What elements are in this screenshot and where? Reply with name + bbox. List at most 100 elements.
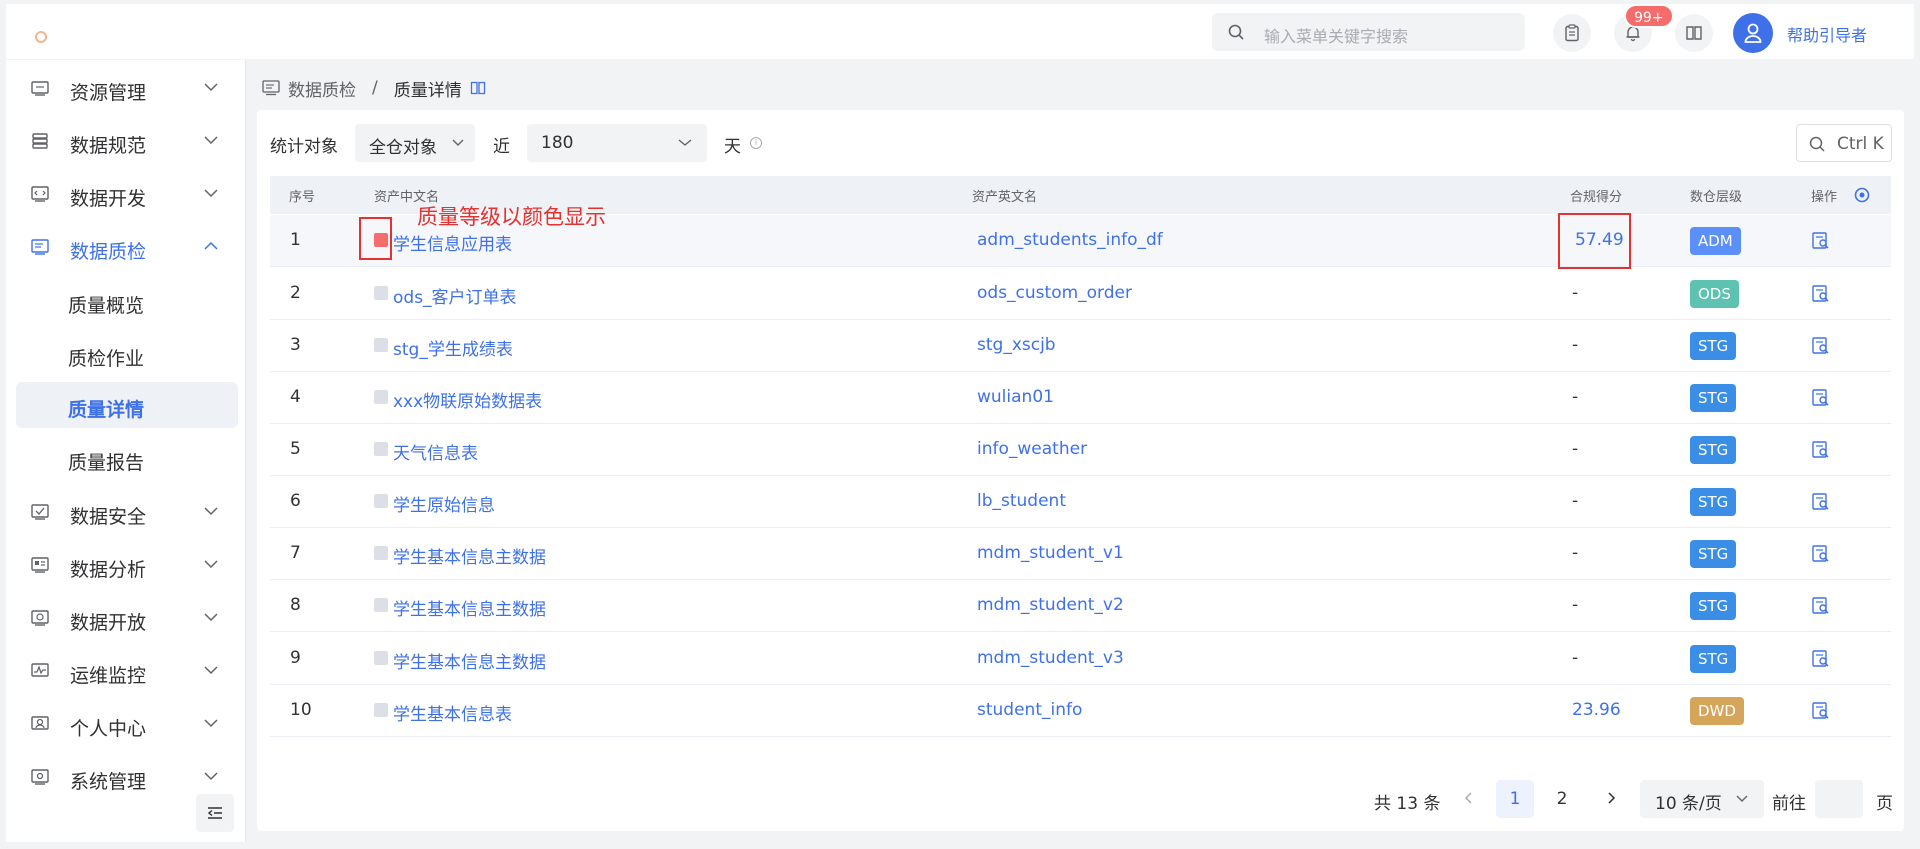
sidebar-item-analysis[interactable]: 数据分析: [6, 541, 246, 589]
server-icon: [31, 81, 49, 96]
table-row[interactable]: 7 学生基本信息主数据 mdm_student_v1 - STG: [270, 528, 1891, 580]
quality-grade-indicator: [374, 338, 388, 352]
chevron-right-icon[interactable]: [1605, 790, 1617, 806]
book-icon: [1686, 26, 1702, 40]
asset-en-link[interactable]: mdm_student_v3: [977, 648, 1124, 668]
breadcrumb-parent[interactable]: 数据质检: [288, 76, 356, 101]
detail-search-icon[interactable]: [1811, 440, 1831, 460]
chevron-down-icon: [1736, 795, 1748, 802]
asset-en-link[interactable]: wulian01: [977, 387, 1054, 407]
avatar[interactable]: [1733, 13, 1773, 53]
asset-cn-link[interactable]: 学生基本信息主数据: [393, 595, 546, 620]
table-row[interactable]: 9 学生基本信息主数据 mdm_student_v3 - STG: [270, 633, 1891, 685]
asset-cn-link[interactable]: 天气信息表: [393, 439, 478, 464]
asset-cn-link[interactable]: 学生基本信息主数据: [393, 648, 546, 673]
app-root: 输入菜单关键字搜索 99+ 帮助引导者 资源管理 数据规范 数据开发 数据质检 …: [0, 0, 1920, 849]
sidebar-item-label: 个人中心: [70, 718, 147, 740]
clipboard-button[interactable]: [1553, 14, 1591, 52]
asset-cn-link[interactable]: ods_客户订单表: [393, 283, 517, 308]
chevron-down-icon: [204, 666, 218, 675]
asset-cn-link[interactable]: 学生基本信息主数据: [393, 543, 546, 568]
indent-icon: [207, 807, 222, 819]
monitor-icon: [31, 239, 49, 255]
quality-grade-indicator: [374, 286, 388, 300]
sidebar-item-open[interactable]: 数据开放: [6, 594, 246, 642]
info-icon[interactable]: i: [750, 137, 762, 149]
page-button[interactable]: 2: [1543, 780, 1581, 818]
sidebar-item-resource[interactable]: 资源管理: [6, 64, 246, 112]
detail-search-icon[interactable]: [1811, 492, 1831, 512]
detail-search-icon[interactable]: [1811, 284, 1831, 304]
asset-cn-link[interactable]: stg_学生成绩表: [393, 335, 513, 360]
object-select[interactable]: 全仓对象: [355, 124, 475, 162]
sidebar-item-personal[interactable]: 个人中心: [6, 700, 246, 748]
asset-en-link[interactable]: student_info: [977, 700, 1082, 720]
asset-en-link[interactable]: stg_xscjb: [977, 335, 1056, 355]
asset-en-link[interactable]: mdm_student_v1: [977, 543, 1124, 563]
days-select[interactable]: 180: [527, 124, 707, 162]
shortcut-hint: Ctrl K: [1837, 134, 1884, 154]
score-link[interactable]: 23.96: [1572, 700, 1621, 720]
sidebar-item-security[interactable]: 数据安全: [6, 488, 246, 536]
detail-search-icon[interactable]: [1811, 336, 1831, 356]
settings-icon: [31, 769, 49, 785]
table-row[interactable]: 8 学生基本信息主数据 mdm_student_v2 - STG: [270, 580, 1891, 632]
pulse-icon: [31, 663, 49, 677]
asset-en-link[interactable]: info_weather: [977, 439, 1087, 459]
table-row[interactable]: 2 ods_客户订单表 ods_custom_order - ODS: [270, 268, 1891, 320]
page-button-current[interactable]: 1: [1496, 780, 1534, 818]
table-row[interactable]: 10 学生基本信息表 student_info 23.96 DWD: [270, 685, 1891, 737]
goto-prefix: 前往: [1772, 794, 1806, 814]
table-row[interactable]: 5 天气信息表 info_weather - STG: [270, 424, 1891, 476]
table-search-button[interactable]: Ctrl K: [1796, 124, 1892, 162]
asset-cn-link[interactable]: 学生信息应用表: [393, 230, 512, 255]
asset-en-link[interactable]: lb_student: [977, 491, 1066, 511]
book-icon[interactable]: [470, 80, 486, 96]
menu-search-input[interactable]: 输入菜单关键字搜索: [1212, 13, 1525, 51]
row-index: 10: [290, 700, 312, 720]
asset-cn-link[interactable]: 学生原始信息: [393, 491, 495, 516]
gear-icon[interactable]: [1853, 186, 1871, 204]
sidebar-item-dev[interactable]: 数据开发: [6, 170, 246, 218]
asset-en-link[interactable]: mdm_student_v2: [977, 595, 1124, 615]
sidebar-item-label: 数据分析: [70, 559, 147, 581]
goto-page-input[interactable]: [1815, 780, 1863, 818]
chevron-down-icon: [204, 613, 218, 622]
layer-tag: ODS: [1690, 280, 1739, 308]
chevron-left-icon[interactable]: [1463, 790, 1475, 806]
detail-search-icon[interactable]: [1811, 649, 1831, 669]
layer-tag: ADM: [1690, 227, 1741, 255]
detail-search-icon[interactable]: [1811, 701, 1831, 721]
sidebar-item-standard[interactable]: 数据规范: [6, 117, 246, 165]
sidebar-subitem-detail[interactable]: 质量详情: [16, 382, 238, 428]
username-link[interactable]: 帮助引导者: [1787, 22, 1867, 46]
asset-en-link[interactable]: adm_students_info_df: [977, 230, 1163, 250]
asset-cn-link[interactable]: 学生基本信息表: [393, 700, 512, 725]
search-placeholder: 输入菜单关键字搜索: [1264, 27, 1409, 46]
docs-button[interactable]: [1675, 14, 1713, 52]
detail-search-icon[interactable]: [1811, 544, 1831, 564]
sidebar-subitem-report[interactable]: 质量报告: [16, 435, 238, 481]
database-icon: [32, 133, 48, 149]
table-row[interactable]: 3 stg_学生成绩表 stg_xscjb - STG: [270, 320, 1891, 372]
sidebar-collapse-button[interactable]: [196, 794, 234, 832]
sidebar-item-ops[interactable]: 运维监控: [6, 647, 246, 695]
asset-cn-link[interactable]: xxx物联原始数据表: [393, 387, 542, 412]
detail-search-icon[interactable]: [1811, 231, 1831, 251]
quality-grade-indicator: [374, 390, 388, 404]
page-size-select[interactable]: 10 条/页: [1640, 780, 1764, 818]
layer-tag: STG: [1690, 384, 1737, 412]
notification-badge: 99+: [1624, 4, 1674, 28]
quality-grade-indicator: [374, 494, 388, 508]
detail-search-icon[interactable]: [1811, 596, 1831, 616]
row-index: 4: [290, 387, 301, 407]
sidebar-subitem-jobs[interactable]: 质检作业: [16, 331, 238, 377]
asset-en-link[interactable]: ods_custom_order: [977, 283, 1132, 303]
sidebar-item-quality[interactable]: 数据质检: [6, 223, 246, 271]
chevron-down-icon: [204, 189, 218, 198]
layer-tag: STG: [1690, 436, 1737, 464]
sidebar-subitem-overview[interactable]: 质量概览: [16, 278, 238, 324]
table-row[interactable]: 4 xxx物联原始数据表 wulian01 - STG: [270, 372, 1891, 424]
table-row[interactable]: 6 学生原始信息 lb_student - STG: [270, 476, 1891, 528]
detail-search-icon[interactable]: [1811, 388, 1831, 408]
